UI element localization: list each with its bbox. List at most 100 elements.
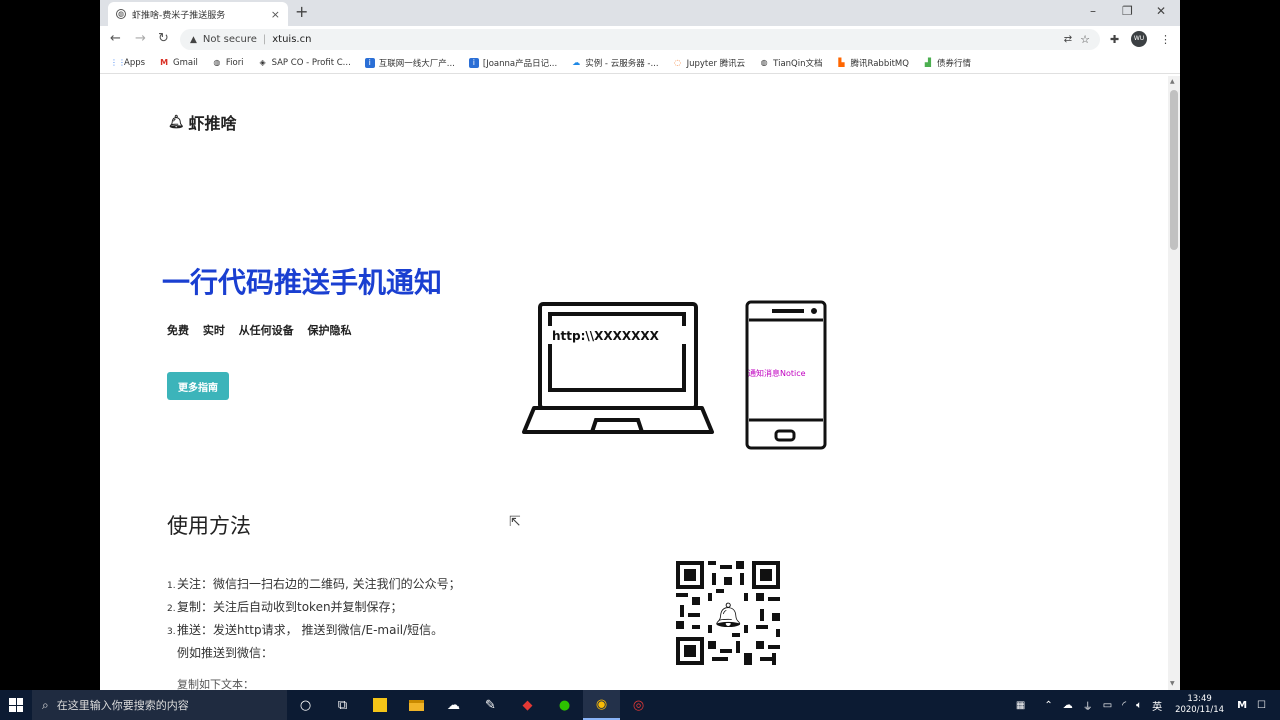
- vertical-scrollbar[interactable]: ▲ ▼: [1168, 76, 1180, 690]
- chevron-up-icon[interactable]: ⌃: [1044, 700, 1052, 711]
- feature-privacy: 保护隐私: [307, 324, 352, 337]
- mouse-cursor-icon: ⇱: [509, 514, 521, 530]
- page-content: 🔔︎ 虾推啥 一行代码推送手机通知 免费 实时 从任何设备 保护隐私 更多指南: [100, 76, 1168, 690]
- browser-tab[interactable]: ◍ 虾推啥-费米子推送服务 ×: [108, 2, 288, 26]
- system-tray: ▦ ⌃ ☁ ⏚ ▭ ◜ 🔈︎ 英 13:49 2020/11/14 M ☐: [1011, 690, 1280, 720]
- maximize-button[interactable]: ❐: [1122, 4, 1133, 18]
- bookmark-label: Fiori: [225, 57, 244, 68]
- example-label: 例如推送到微信：: [177, 646, 274, 660]
- clock-time: 13:49: [1187, 694, 1212, 704]
- bookmark-bonds[interactable]: ▟ 债券行情: [923, 57, 971, 69]
- close-window-button[interactable]: ✕: [1156, 4, 1166, 18]
- cortana-icon[interactable]: ○: [287, 690, 324, 720]
- task-view-icon[interactable]: ⧉: [324, 690, 361, 720]
- start-button[interactable]: [0, 690, 32, 720]
- feature-any-device: 从任何设备: [238, 324, 294, 337]
- feature-free: 免费: [167, 324, 189, 337]
- bookmark-label: 实例 - 云服务器 -...: [585, 58, 659, 69]
- bookmark-tianqin[interactable]: ◍ TianQin文档: [759, 57, 823, 69]
- clock[interactable]: 13:49 2020/11/14: [1175, 694, 1224, 716]
- bookmarks-bar: ⋮⋮ Apps M Gmail ◍ Fiori ◈ SAP CO - Profit C.…: [100, 52, 1180, 74]
- onedrive-icon[interactable]: ☁: [1063, 700, 1073, 711]
- bookmark-doc-2[interactable]: i [Joanna产品日记...: [468, 57, 558, 69]
- cloud-app-icon[interactable]: ☁: [435, 690, 472, 720]
- cloud-icon: ☁: [572, 57, 581, 67]
- tab-strip: ◍ 虾推啥-费米子推送服务 × + – ❐ ✕: [100, 0, 1180, 26]
- address-bar[interactable]: ▲ Not secure | xtuis.cn ⇄ ☆: [180, 29, 1100, 50]
- bookmark-label: 互联网一线大厂产...: [378, 58, 455, 69]
- forward-icon[interactable]: →: [135, 31, 146, 46]
- volume-icon[interactable]: 🔈︎: [1136, 700, 1142, 711]
- feature-realtime: 实时: [202, 324, 225, 337]
- browser-window: ◍ 虾推啥-费米子推送服务 × + – ❐ ✕ ← → ↻ ▲ Not secu…: [100, 0, 1180, 690]
- menu-kebab-icon[interactable]: ⋮: [1160, 33, 1171, 46]
- bookmark-apps[interactable]: ⋮⋮ Apps: [110, 58, 145, 68]
- phone-notice-text: 通知消息Notice: [748, 368, 806, 378]
- step-text: 推送：发送http请求， 推送到微信/E-mail/短信。: [177, 623, 444, 637]
- site-logo[interactable]: 🔔︎ 虾推啥: [168, 110, 237, 134]
- list-item: 3.推送：发送http请求， 推送到微信/E-mail/短信。: [167, 623, 444, 637]
- windows-logo-icon: [9, 698, 23, 712]
- globe-icon: ◍: [213, 57, 221, 67]
- scroll-up-icon[interactable]: ▲: [1170, 78, 1175, 85]
- security-label[interactable]: Not secure: [203, 34, 257, 45]
- chart-icon: ▟: [924, 57, 932, 67]
- pen-icon[interactable]: ✎: [472, 690, 509, 720]
- usb-icon[interactable]: ⏚: [1083, 698, 1093, 713]
- chrome-icon[interactable]: ◉: [583, 690, 620, 720]
- gmail-icon: M: [160, 57, 169, 67]
- new-tab-button[interactable]: +: [295, 4, 308, 20]
- logo-text: 虾推啥: [188, 114, 237, 133]
- back-icon[interactable]: ←: [110, 31, 121, 46]
- screen-recorder-icon[interactable]: ◎: [620, 690, 657, 720]
- wifi-icon[interactable]: ◜: [1122, 700, 1126, 711]
- usage-section-title: 使用方法: [167, 514, 251, 538]
- bookmark-cloud[interactable]: ☁ 实例 - 云服务器 -...: [571, 57, 658, 69]
- bookmark-label: Jupyter 腾讯云: [686, 58, 746, 69]
- taskbar: ⌕ 在这里输入你要搜索的内容 ○ ⧉ ☁ ✎ ◆ ● ◉ ◎ ▦ ⌃ ☁ ⏚ ▭…: [0, 690, 1280, 720]
- hero-features: 免费 实时 从任何设备 保护隐私: [167, 322, 362, 338]
- sticky-notes-icon[interactable]: [361, 690, 398, 720]
- battery-icon[interactable]: ▭: [1103, 700, 1112, 711]
- app-tray-icon[interactable]: M: [1237, 700, 1247, 711]
- minimize-button[interactable]: –: [1090, 4, 1096, 18]
- app-icon[interactable]: ◆: [509, 690, 546, 720]
- bookmark-rabbitmq[interactable]: ▙ 腾讯RabbitMQ: [837, 57, 909, 69]
- ime-indicator[interactable]: 英: [1152, 698, 1162, 713]
- doc-icon: i: [468, 57, 479, 68]
- browser-toolbar: ← → ↻ ▲ Not secure | xtuis.cn ⇄ ☆ ✚ WU ⋮: [100, 26, 1180, 52]
- avatar[interactable]: WU: [1131, 31, 1147, 47]
- list-item: 2.复制：关注后自动收到token并复制保存；: [167, 600, 403, 614]
- bell-icon: 🔔︎: [168, 114, 185, 130]
- extensions-icon[interactable]: ✚: [1110, 33, 1119, 46]
- star-icon[interactable]: ☆: [1080, 33, 1090, 46]
- qr-code[interactable]: 🔔︎: [676, 561, 780, 665]
- address-separator: |: [262, 34, 267, 45]
- tray-app-icon[interactable]: ▦: [1016, 700, 1025, 711]
- url-text[interactable]: xtuis.cn: [272, 34, 311, 45]
- reload-icon[interactable]: ↻: [158, 31, 169, 46]
- jupyter-icon: ◌: [674, 57, 682, 67]
- bookmark-label: Gmail: [173, 57, 198, 68]
- notifications-icon[interactable]: ☐: [1257, 700, 1266, 711]
- file-explorer-icon[interactable]: [398, 690, 435, 720]
- wechat-icon[interactable]: ●: [546, 690, 583, 720]
- scroll-thumb[interactable]: [1170, 90, 1178, 250]
- screen: ◍ 虾推啥-费米子推送服务 × + – ❐ ✕ ← → ↻ ▲ Not secu…: [0, 0, 1280, 720]
- bookmark-fiori[interactable]: ◍ Fiori: [212, 57, 244, 68]
- bookmark-doc-1[interactable]: i 互联网一线大厂产...: [364, 57, 455, 69]
- laptop-screen-text: http:\\XXXXXXX: [552, 329, 660, 343]
- bookmark-jupyter[interactable]: ◌ Jupyter 腾讯云: [673, 57, 746, 69]
- bookmark-sap[interactable]: ◈ SAP CO - Profit C...: [258, 58, 350, 68]
- search-icon: ⌕: [42, 697, 49, 712]
- taskbar-search[interactable]: ⌕ 在这里输入你要搜索的内容: [32, 690, 287, 720]
- laptop-icon: [522, 302, 714, 434]
- hero-title: 一行代码推送手机通知: [162, 266, 443, 299]
- tab-close-icon[interactable]: ×: [271, 8, 280, 21]
- translate-icon[interactable]: ⇄: [1064, 34, 1072, 45]
- list-item: 1.关注：微信扫一扫右边的二维码, 关注我们的公众号；: [167, 577, 461, 591]
- bookmark-label: [Joanna产品日记...: [482, 58, 558, 69]
- more-guide-button[interactable]: 更多指南: [167, 372, 229, 400]
- bookmark-gmail[interactable]: M Gmail: [159, 58, 198, 68]
- scroll-down-icon[interactable]: ▼: [1170, 680, 1175, 687]
